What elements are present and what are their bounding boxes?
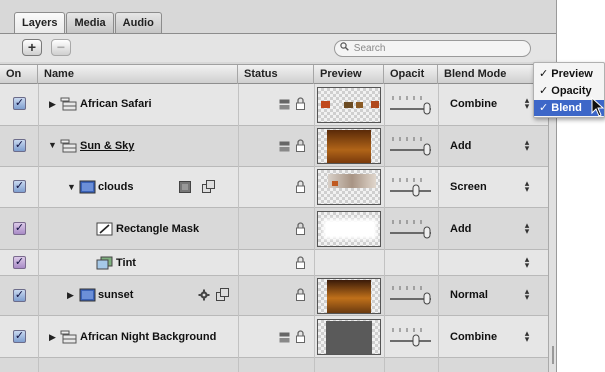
empty-row — [0, 358, 548, 372]
group-icon — [60, 139, 77, 153]
layer-name[interactable]: Rectangle Mask — [116, 223, 199, 235]
opacity-slider[interactable] — [389, 176, 433, 198]
blend-mode-popup[interactable]: Add — [450, 223, 471, 235]
tab-bar: Layers Media Audio — [14, 12, 163, 35]
filter-badge-icon — [202, 180, 215, 193]
behavior-gear-icon — [198, 289, 210, 301]
image-layer-icon — [79, 288, 96, 302]
mouse-cursor-icon — [591, 97, 605, 117]
blend-mode-popup[interactable]: Combine — [450, 98, 497, 110]
filter-icon — [96, 256, 113, 270]
popup-arrows-icon[interactable]: ▴ ▾ — [523, 96, 531, 111]
image-layer-icon — [79, 180, 96, 194]
layer-enable-checkbox[interactable]: ✓ — [13, 289, 26, 302]
unlocked-lock-icon[interactable] — [296, 180, 305, 193]
menu-item-label: Preview — [551, 68, 593, 80]
checkmark-icon: ✓ — [539, 85, 549, 97]
resize-grip-icon[interactable] — [552, 346, 554, 364]
layer-name[interactable]: African Night Background — [80, 331, 216, 343]
unlocked-lock-icon[interactable] — [296, 288, 305, 301]
preview-thumbnail — [317, 87, 381, 123]
column-divider — [238, 84, 239, 372]
popup-arrows-icon[interactable]: ▴ ▾ — [523, 255, 531, 270]
popup-arrows-icon[interactable]: ▴ ▾ — [523, 221, 531, 236]
header-preview[interactable]: Preview — [314, 65, 384, 84]
disclosure-triangle-expanded-icon[interactable]: ▼ — [48, 140, 57, 150]
layer-enable-checkbox[interactable]: ✓ — [13, 330, 26, 343]
isolate-icon[interactable] — [279, 99, 290, 110]
menu-item-label: Blend — [551, 102, 582, 114]
preview-thumbnail — [317, 211, 381, 247]
tab-layers[interactable]: Layers — [14, 12, 66, 35]
preview-thumbnail — [317, 319, 381, 355]
remove-layer-button[interactable]: − — [51, 39, 71, 56]
disclosure-triangle-collapsed-icon[interactable]: ▶ — [49, 99, 56, 110]
layer-enable-checkbox[interactable]: ✓ — [13, 180, 26, 193]
search-input[interactable]: Search — [334, 40, 531, 57]
layer-name[interactable]: African Safari — [80, 98, 152, 110]
unlocked-lock-icon[interactable] — [296, 139, 305, 152]
popup-arrows-icon[interactable]: ▴ ▾ — [523, 287, 531, 302]
layer-enable-checkbox[interactable]: ✓ — [13, 97, 26, 110]
header-on[interactable]: On — [0, 65, 38, 84]
checkmark-icon: ✓ — [539, 102, 549, 114]
blend-mode-popup[interactable]: Normal — [450, 289, 488, 301]
preview-thumbnail — [317, 278, 381, 314]
header-status[interactable]: Status — [238, 65, 314, 84]
unlocked-lock-icon[interactable] — [296, 222, 305, 235]
popup-arrows-icon[interactable]: ▴ ▾ — [523, 179, 531, 194]
isolate-icon[interactable] — [279, 332, 290, 343]
tab-media[interactable]: Media — [66, 12, 114, 34]
search-placeholder: Search — [353, 43, 386, 54]
popup-arrows-icon[interactable]: ▴ ▾ — [523, 329, 531, 344]
disclosure-triangle-collapsed-icon[interactable]: ▶ — [49, 332, 56, 343]
opacity-slider[interactable] — [389, 218, 433, 240]
column-divider — [384, 84, 385, 372]
column-divider — [314, 84, 315, 372]
mask-thumbnail-icon — [179, 181, 191, 193]
opacity-slider[interactable] — [389, 94, 433, 116]
unlocked-lock-icon[interactable] — [296, 330, 305, 343]
group-icon — [60, 97, 77, 111]
blend-mode-popup[interactable]: Combine — [450, 331, 497, 343]
layer-name[interactable]: clouds — [98, 181, 133, 193]
layer-name[interactable]: sunset — [98, 289, 133, 301]
header-blend-mode[interactable]: Blend Mode — [438, 65, 548, 84]
column-divider — [438, 84, 439, 372]
popup-arrows-icon[interactable]: ▴ ▾ — [523, 138, 531, 153]
column-divider — [38, 84, 39, 372]
filter-enable-checkbox[interactable]: ✓ — [13, 256, 26, 269]
checkmark-icon: ✓ — [539, 68, 549, 80]
opacity-slider[interactable] — [389, 284, 433, 306]
mask-enable-checkbox[interactable]: ✓ — [13, 222, 26, 235]
filter-badge-icon — [216, 288, 229, 301]
search-icon — [340, 42, 352, 54]
unlocked-lock-icon[interactable] — [296, 97, 305, 110]
opacity-slider[interactable] — [389, 326, 433, 348]
layers-panel: Layers Media Audio + − Search On Name St… — [0, 0, 557, 372]
mask-icon — [96, 222, 113, 236]
unlocked-lock-icon[interactable] — [296, 256, 305, 269]
blend-mode-popup[interactable]: Screen — [450, 181, 487, 193]
menu-item-preview[interactable]: ✓ Preview — [534, 66, 604, 82]
preview-thumbnail — [317, 169, 381, 205]
blend-mode-popup[interactable]: Add — [450, 140, 471, 152]
header-opacity[interactable]: Opacit — [384, 65, 438, 84]
opacity-slider[interactable] — [389, 135, 433, 157]
column-header: On Name Status Preview Opacit Blend Mode — [0, 64, 548, 84]
disclosure-triangle-expanded-icon[interactable]: ▼ — [67, 182, 76, 192]
disclosure-triangle-collapsed-icon[interactable]: ▶ — [67, 290, 74, 301]
header-name[interactable]: Name — [38, 65, 238, 84]
menu-item-label: Opacity — [551, 85, 592, 97]
group-icon — [60, 330, 77, 344]
layer-enable-checkbox[interactable]: ✓ — [13, 139, 26, 152]
layer-name[interactable]: Tint — [116, 257, 136, 269]
add-layer-button[interactable]: + — [22, 39, 42, 56]
preview-thumbnail — [317, 128, 381, 164]
layer-name[interactable]: Sun & Sky — [80, 140, 134, 152]
isolate-icon[interactable] — [279, 141, 290, 152]
tab-audio[interactable]: Audio — [114, 12, 162, 34]
layer-row-tint[interactable] — [0, 250, 548, 276]
